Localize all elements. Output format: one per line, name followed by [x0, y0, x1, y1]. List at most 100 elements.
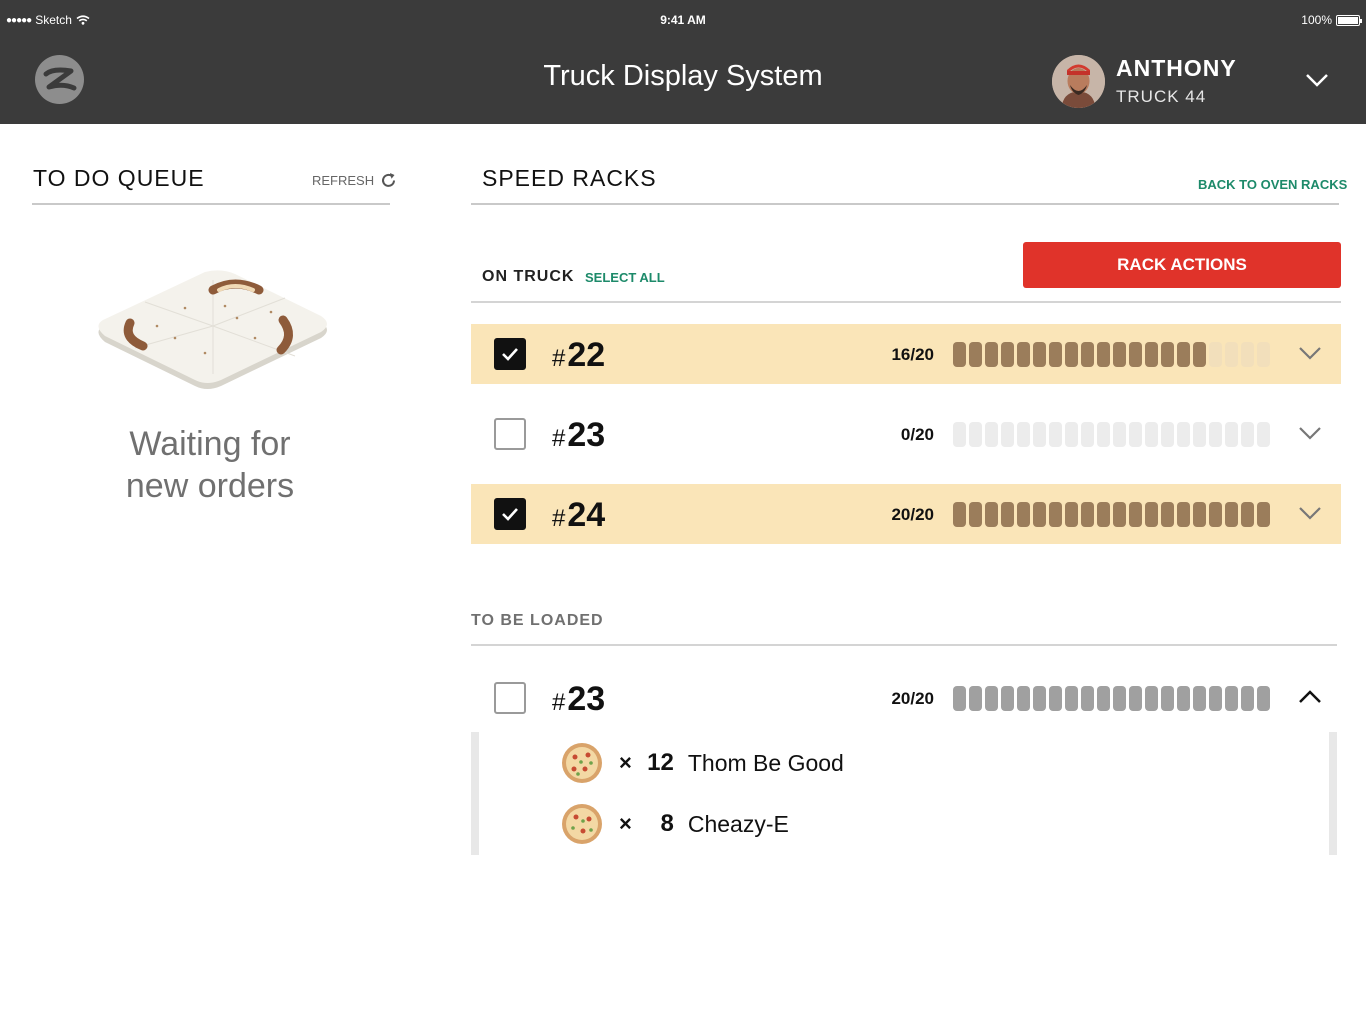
rack-slot [1193, 502, 1206, 527]
rack-checkbox[interactable] [494, 418, 526, 450]
rack-slot [1257, 342, 1270, 367]
chevron-down-icon[interactable] [1297, 505, 1323, 521]
rack-number-value: 22 [567, 336, 606, 374]
rack-slot [1033, 422, 1046, 447]
rack-slot [1001, 686, 1014, 711]
item-name: Thom Be Good [687, 749, 844, 776]
rack-slot [1065, 686, 1078, 711]
chevron-down-icon[interactable] [1304, 72, 1330, 88]
rack-slot [1081, 686, 1094, 711]
rack-slot [1225, 686, 1238, 711]
rack-slot [1113, 502, 1126, 527]
rack-row[interactable]: #23 20/20 [471, 668, 1341, 728]
rack-slot [985, 502, 998, 527]
back-to-oven-racks-link[interactable]: BACK TO OVEN RACKS [1198, 177, 1347, 192]
rack-slot [1209, 686, 1222, 711]
rack-slot [1177, 686, 1190, 711]
status-time: 9:41 AM [660, 13, 706, 27]
rack-slot [1001, 342, 1014, 367]
rack-number-value: 23 [567, 680, 606, 718]
rack-slot [1097, 342, 1110, 367]
racks-divider [471, 203, 1339, 205]
battery-status: 100% [1301, 13, 1362, 27]
on-truck-divider [471, 301, 1341, 303]
rack-slot [1145, 342, 1158, 367]
rack-slot [1241, 502, 1254, 527]
user-avatar-icon [1052, 55, 1105, 108]
item-name: Cheazy-E [687, 810, 789, 837]
rack-slot [1225, 502, 1238, 527]
rack-slot [985, 342, 998, 367]
rack-slot [1049, 502, 1062, 527]
rack-slot [1081, 502, 1094, 527]
rack-slot [1113, 686, 1126, 711]
rack-slot [1161, 422, 1174, 447]
rack-slot [969, 422, 982, 447]
rack-number-value: 23 [567, 416, 606, 454]
rack-row[interactable]: #22 16/20 [471, 324, 1341, 384]
rack-checkbox[interactable] [494, 682, 526, 714]
queue-divider [32, 203, 390, 205]
rack-slot [1241, 342, 1254, 367]
rack-slot [1049, 686, 1062, 711]
chevron-down-icon[interactable] [1297, 425, 1323, 441]
rack-actions-button[interactable]: RACK ACTIONS [1023, 242, 1341, 288]
rack-slot [969, 502, 982, 527]
rack-slot [1033, 686, 1046, 711]
rack-slot [1145, 422, 1158, 447]
chevron-down-icon[interactable] [1297, 345, 1323, 361]
rack-slot [1017, 502, 1030, 527]
rack-checkbox[interactable] [494, 498, 526, 530]
rack-slot [1065, 502, 1078, 527]
rack-slot [1193, 342, 1206, 367]
rack-slot [1129, 502, 1142, 527]
rack-slot [1225, 342, 1238, 367]
item-quantity: 12 [647, 749, 674, 776]
rack-slot [1097, 422, 1110, 447]
to-be-loaded-label: TO BE LOADED [471, 612, 604, 629]
checkmark-icon [502, 348, 518, 361]
times-sign: × [619, 811, 632, 836]
rack-slot [1161, 502, 1174, 527]
user-truck: TRUCK 44 [1116, 87, 1207, 106]
to-be-loaded-divider [471, 644, 1337, 646]
rack-slot [1257, 502, 1270, 527]
rack-slot [1193, 686, 1206, 711]
rack-slot [1161, 342, 1174, 367]
item-quantity: 8 [660, 810, 674, 837]
pizza-icon [562, 804, 602, 844]
empty-pizza-tray-illustration [98, 270, 327, 389]
rack-slot [953, 686, 966, 711]
pizza-icon [562, 743, 602, 783]
rack-row[interactable]: #24 20/20 [471, 484, 1341, 544]
rack-checkbox[interactable] [494, 338, 526, 370]
queue-title: TO DO QUEUE [33, 165, 205, 191]
rack-slot [1017, 342, 1030, 367]
rack-fill-meter [953, 502, 1270, 527]
rack-slot [1001, 502, 1014, 527]
rack-fill-meter [953, 342, 1270, 367]
rack-slot [985, 422, 998, 447]
rack-row[interactable]: #23 0/20 [471, 404, 1341, 464]
rack-slot [1017, 686, 1030, 711]
status-bar: ●●●●● Sketch 9:41 AM 100% [0, 0, 1366, 40]
chevron-up-icon[interactable] [1297, 689, 1323, 705]
rack-count: 20/20 [891, 689, 934, 708]
select-all-link[interactable]: SELECT ALL [585, 270, 665, 285]
avatar[interactable] [1052, 55, 1105, 108]
speed-racks-title: SPEED RACKS [482, 165, 657, 191]
rack-slot [1113, 342, 1126, 367]
rack-slot [1081, 422, 1094, 447]
rack-slot [1209, 502, 1222, 527]
rack-slot [1129, 686, 1142, 711]
rack-slot [1209, 342, 1222, 367]
rack-slot [953, 502, 966, 527]
rack-slot [1129, 422, 1142, 447]
battery-percent: 100% [1301, 13, 1332, 27]
refresh-button[interactable]: REFRESH [312, 172, 397, 189]
user-name: ANTHONY [1116, 55, 1237, 81]
refresh-icon [382, 173, 396, 187]
rack-slot [1145, 502, 1158, 527]
rack-slot [1193, 422, 1206, 447]
rack-hash: # [552, 345, 566, 372]
